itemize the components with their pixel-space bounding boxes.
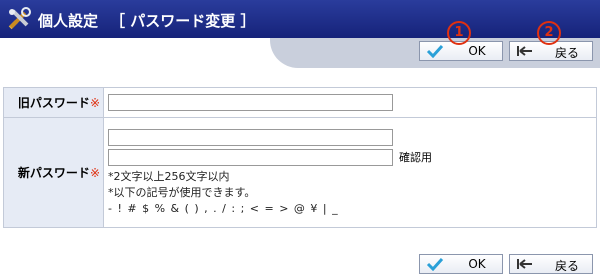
back-arrow-icon	[517, 259, 532, 269]
old-password-label-cell: 旧パスワード※	[3, 87, 104, 118]
required-mark: ※	[89, 166, 100, 180]
back-button-label: 戻る	[554, 46, 579, 60]
confirm-row: 確認用	[108, 148, 596, 166]
annotation-badge-1: 1	[447, 21, 471, 45]
page-title: 個人設定 ［ パスワード変更 ］	[38, 10, 255, 31]
allowed-symbols: - ! # $ % & ( ) , . / : ; < = > @ ¥ | _	[108, 201, 339, 215]
form-row-new-password: 新パスワード※ 確認用 *2文字以上256文字以内 *以下の記号が使用できます。…	[3, 117, 597, 228]
new-password-confirm-input[interactable]	[108, 148, 393, 166]
bottom-ok-button-label: OK	[468, 257, 486, 271]
new-password-input[interactable]	[108, 128, 393, 146]
required-mark: ※	[89, 96, 100, 110]
bottom-back-button-label: 戻る	[554, 259, 579, 273]
page-header: 個人設定 ［ パスワード変更 ］	[0, 0, 600, 38]
hint-length: *2文字以上256文字以内	[108, 169, 230, 183]
hint-symbols: *以下の記号が使用できます。	[108, 185, 256, 199]
tools-icon	[8, 7, 31, 30]
new-password-label-cell: 新パスワード※	[3, 117, 104, 228]
bottom-back-button[interactable]: 戻る	[509, 254, 593, 274]
new-password-label: 新パスワード	[17, 166, 90, 180]
title-text: 個人設定	[38, 12, 99, 30]
title-subtitle: ［ パスワード変更 ］	[110, 12, 256, 30]
old-password-label: 旧パスワード	[17, 96, 90, 110]
confirm-label: 確認用	[399, 151, 432, 164]
back-arrow-icon	[517, 46, 532, 56]
password-form: 旧パスワード※ 新パスワード※ 確認用 *2文字以上256文字以内 *以下の記号…	[3, 87, 597, 228]
bottom-ok-button[interactable]: OK	[419, 254, 503, 274]
old-password-value-cell	[103, 87, 597, 118]
checkmark-icon	[426, 257, 444, 271]
old-password-input[interactable]	[108, 94, 393, 111]
annotation-badge-2: 2	[537, 21, 561, 45]
ok-button-label: OK	[468, 44, 486, 58]
checkmark-icon	[426, 44, 444, 58]
form-row-old-password: 旧パスワード※	[3, 87, 597, 118]
new-password-value-cell: 確認用 *2文字以上256文字以内 *以下の記号が使用できます。 - ! # $…	[103, 117, 597, 228]
